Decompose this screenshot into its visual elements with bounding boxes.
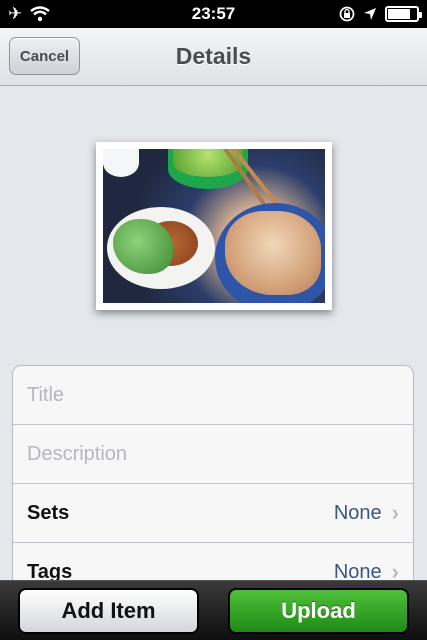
airplane-icon: ✈ xyxy=(8,4,23,23)
battery-fill xyxy=(388,9,411,19)
battery-icon xyxy=(385,6,422,22)
photo-bowl xyxy=(103,149,139,177)
sets-row[interactable]: Sets None › xyxy=(13,484,413,543)
details-form: Title Description Sets None › Tags None … xyxy=(12,365,414,595)
wifi-icon xyxy=(30,6,51,22)
food-photo xyxy=(103,149,325,303)
sets-value: None xyxy=(333,501,382,524)
location-icon xyxy=(364,8,376,20)
status-right xyxy=(339,6,422,22)
nav-bar: Cancel Details xyxy=(0,28,427,86)
orientation-lock-icon xyxy=(339,6,355,22)
title-field[interactable]: Title xyxy=(13,366,413,425)
page-title: Details xyxy=(175,43,252,69)
title-placeholder: Title xyxy=(27,383,65,406)
bottom-toolbar: Add Item Upload xyxy=(0,580,427,640)
add-item-button[interactable]: Add Item xyxy=(18,587,199,634)
photo-rolls xyxy=(225,211,321,295)
status-bar: ✈ 23:57 xyxy=(0,0,427,28)
upload-button[interactable]: Upload xyxy=(228,587,409,634)
content-area: Title Description Sets None › Tags None … xyxy=(0,87,427,595)
description-field[interactable]: Description xyxy=(13,425,413,484)
sets-label: Sets xyxy=(27,501,70,524)
status-left: ✈ xyxy=(8,4,51,24)
cancel-button[interactable]: Cancel xyxy=(9,37,80,75)
description-placeholder: Description xyxy=(27,442,128,465)
photo-thumbnail[interactable] xyxy=(96,142,332,310)
chevron-right-icon: › xyxy=(391,500,399,525)
